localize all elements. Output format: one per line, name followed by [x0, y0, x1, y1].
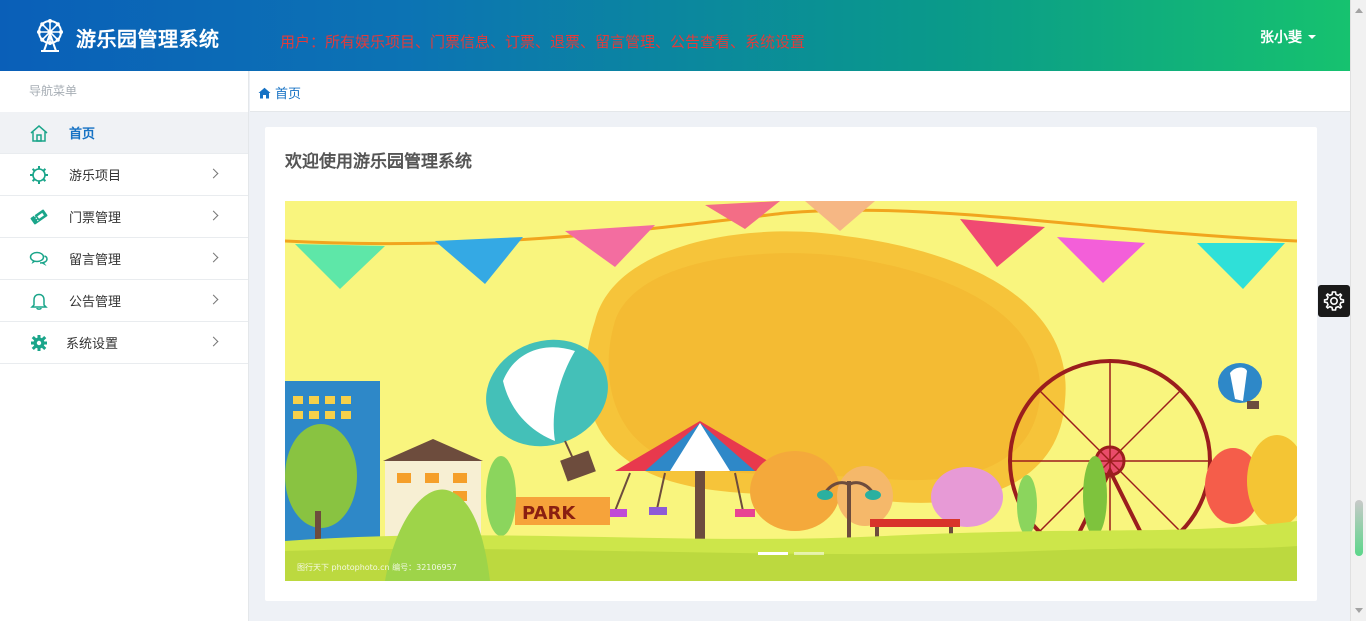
page-scrollbar[interactable] — [1350, 0, 1366, 621]
sidebar-item-label: 系统设置 — [66, 337, 119, 352]
sidebar-item-label: 留言管理 — [69, 253, 122, 268]
sidebar-item-settings[interactable]: 系统设置 — [0, 322, 248, 364]
ticket-icon — [29, 207, 49, 227]
gear-icon — [1323, 291, 1345, 311]
scroll-up-arrow-icon[interactable] — [1355, 8, 1363, 13]
theme-settings-button[interactable] — [1318, 285, 1350, 317]
chevron-right-icon — [208, 168, 219, 179]
welcome-card: 欢迎使用游乐园管理系统 PARK 图行天下 photophoto.cn 编号：3… — [265, 127, 1317, 601]
caret-down-icon — [1308, 35, 1316, 39]
sidebar-item-announcements[interactable]: 公告管理 — [0, 280, 248, 322]
chevron-right-icon — [208, 294, 219, 305]
gear-ring-icon — [29, 165, 49, 185]
user-permissions-text: 用户：所有娱乐项目、门票信息、订票、退票、留言管理、公告查看、系统设置 — [280, 33, 806, 51]
chevron-right-icon — [208, 210, 219, 221]
sidebar-item-label: 门票管理 — [69, 211, 122, 226]
bell-icon — [29, 291, 49, 311]
home-icon — [258, 87, 271, 98]
sidebar-item-label: 游乐项目 — [69, 169, 122, 184]
sidebar-item-label: 首页 — [69, 127, 96, 142]
sidebar-item-rides[interactable]: 游乐项目 — [0, 154, 248, 196]
chevron-right-icon — [208, 336, 219, 347]
home-icon — [29, 123, 49, 143]
park-sign-text: PARK — [522, 503, 576, 524]
banner-carousel[interactable]: PARK 图行天下 photophoto.cn 编号：32106957 — [285, 201, 1297, 581]
sidebar-item-home[interactable]: 首页 — [0, 112, 248, 154]
user-name: 张小斐 — [1260, 30, 1302, 46]
amusement-park-illustration: PARK — [285, 201, 1297, 581]
carousel-indicator[interactable] — [794, 552, 824, 555]
breadcrumb-home[interactable]: 首页 — [258, 83, 301, 102]
page-title: 欢迎使用游乐园管理系统 — [285, 152, 472, 172]
cog-icon — [29, 333, 49, 353]
scrollbar-thumb[interactable] — [1355, 500, 1363, 556]
carousel-indicator-active[interactable] — [758, 552, 788, 555]
top-header: 游乐园管理系统 用户：所有娱乐项目、门票信息、订票、退票、留言管理、公告查看、系… — [0, 0, 1350, 71]
sidebar-item-label: 公告管理 — [69, 295, 122, 310]
chevron-right-icon — [208, 252, 219, 263]
image-watermark: 图行天下 photophoto.cn 编号：32106957 — [297, 563, 457, 572]
nav-caption: 导航菜单 — [29, 84, 78, 98]
comments-icon — [29, 249, 49, 269]
sidebar-item-messages[interactable]: 留言管理 — [0, 238, 248, 280]
sidebar-item-tickets[interactable]: 门票管理 — [0, 196, 248, 238]
scroll-down-arrow-icon[interactable] — [1355, 608, 1363, 613]
breadcrumb-bar: 首页 — [250, 71, 1350, 112]
breadcrumb-home-label: 首页 — [275, 87, 302, 102]
ferris-wheel-icon — [34, 18, 66, 56]
app-title: 游乐园管理系统 — [76, 26, 220, 51]
user-menu-dropdown[interactable]: 张小斐 — [1260, 27, 1316, 47]
app-logo[interactable]: 游乐园管理系统 — [34, 18, 220, 56]
sidebar-nav: 导航菜单 首页 游乐项目 门票管理 留言管理 公告管理 系统设置 — [0, 71, 249, 621]
